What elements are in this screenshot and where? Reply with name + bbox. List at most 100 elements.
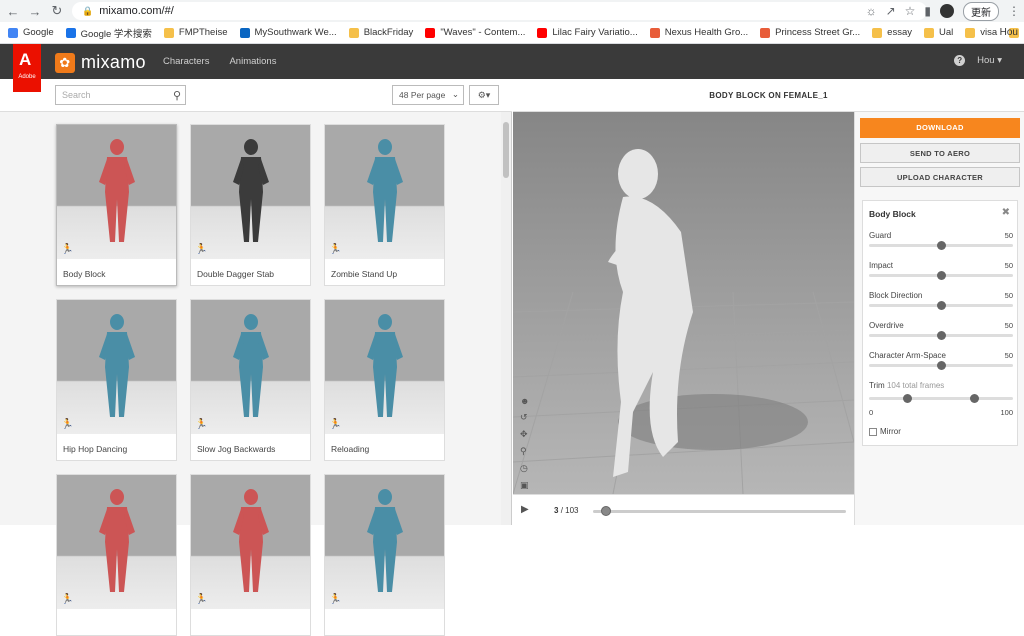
share-icon[interactable]: ↗	[886, 4, 896, 18]
reload-icon[interactable]: ↻	[48, 3, 66, 19]
zoom-icon[interactable]: ⚲	[520, 446, 529, 457]
animation-card[interactable]: 🏃 Body Block	[56, 124, 177, 286]
bookmark-item[interactable]: visa	[965, 27, 997, 38]
url-text: mixamo.com/#/	[99, 5, 174, 17]
nav-animations[interactable]: Animations	[229, 56, 276, 67]
settings-button[interactable]: ⚙▾	[469, 85, 499, 105]
top-nav: Characters Animations	[163, 56, 276, 67]
bookmark-item[interactable]: "Waves" - Contem...	[425, 27, 525, 38]
bookmark-icon	[649, 27, 660, 38]
bookmark-label: Lilac Fairy Variatio...	[552, 27, 638, 38]
update-button[interactable]: 更新	[963, 1, 999, 21]
scrollbar[interactable]	[501, 112, 511, 525]
mirror-label: Mirror	[880, 427, 901, 436]
param-slider[interactable]	[869, 301, 1013, 310]
close-icon[interactable]: ✖	[1002, 207, 1010, 218]
param-slider-knob[interactable]	[936, 301, 946, 310]
nav-characters[interactable]: Characters	[163, 56, 209, 67]
brand[interactable]: ✿ mixamo	[55, 52, 146, 73]
back-icon[interactable]: ←	[4, 4, 22, 19]
bookmark-item[interactable]: Lilac Fairy Variatio...	[537, 27, 638, 38]
forward-icon[interactable]: →	[26, 4, 44, 19]
face-icon[interactable]: ☻	[520, 396, 529, 406]
mirror-option[interactable]: Mirror	[869, 427, 901, 436]
animation-parameters: Body Block ✖ Guard 50 Impact 50 Block Direct…	[862, 200, 1018, 446]
send-to-aero-button[interactable]: SEND TO AERO	[860, 143, 1020, 163]
param-slider-knob[interactable]	[936, 361, 946, 370]
bookmark-item[interactable]: Nexus Health Gro...	[649, 27, 748, 38]
header-right: ? Hou ▾	[954, 55, 1002, 66]
search-icon[interactable]: ⚲	[173, 89, 181, 102]
time-icon[interactable]: ◷	[520, 463, 529, 474]
scroll-thumb[interactable]	[503, 122, 509, 178]
bookmark-item[interactable]: Ual	[923, 27, 953, 38]
animation-card[interactable]: 🏃 Double Dagger Stab	[190, 124, 311, 286]
adobe-logo[interactable]: A Adobe	[13, 44, 41, 92]
animation-card[interactable]: 🏃 Zombie Stand Up	[324, 124, 445, 286]
bookmark-item[interactable]: FMPTheise	[163, 27, 228, 38]
bookmark-item[interactable]: Google	[8, 27, 54, 38]
sidepanel-icon[interactable]: ▮	[924, 4, 931, 18]
param-slider-knob[interactable]	[936, 331, 946, 340]
param-value: 50	[1004, 321, 1013, 330]
mirror-checkbox[interactable]	[869, 427, 877, 436]
user-menu[interactable]: Hou ▾	[977, 55, 1002, 66]
animation-card[interactable]: 🏃	[324, 474, 445, 636]
animation-card[interactable]: 🏃	[190, 474, 311, 636]
timeline-track[interactable]	[593, 506, 846, 516]
param-slider[interactable]	[869, 241, 1013, 250]
address-bar[interactable]: 🔒 mixamo.com/#/	[72, 2, 927, 20]
3d-viewport[interactable]	[513, 112, 854, 494]
animation-card[interactable]: 🏃 Slow Jog Backwards	[190, 299, 311, 461]
bookmark-item[interactable]: essay	[872, 27, 912, 38]
animation-thumbnail: 🏃	[191, 475, 310, 609]
trim-end-handle[interactable]	[969, 394, 979, 403]
frame-counter: 3 / 103	[554, 506, 578, 515]
star-icon[interactable]: ☆	[905, 4, 916, 18]
animation-type-icon: 🏃	[195, 594, 208, 605]
per-page-select[interactable]: 48 Per page ⌄	[392, 85, 464, 105]
download-button[interactable]: DOWNLOAD	[860, 118, 1020, 138]
menu-icon[interactable]: ⋮	[1008, 4, 1020, 18]
timeline-scrubber[interactable]	[600, 506, 611, 516]
animation-card[interactable]: 🏃 Reloading	[324, 299, 445, 461]
animation-label: Slow Jog Backwards	[197, 444, 276, 454]
bookmark-item[interactable]: Princess Street Gr...	[760, 27, 860, 38]
animation-type-icon: 🏃	[61, 419, 74, 430]
pan-icon[interactable]: ✥	[520, 429, 529, 440]
param-slider[interactable]	[869, 361, 1013, 370]
upload-character-button[interactable]: UPLOAD CHARACTER	[860, 167, 1020, 187]
search-input[interactable]: Search ⚲	[55, 85, 186, 105]
character-figure	[367, 314, 403, 417]
translate-icon[interactable]: ☼	[866, 4, 877, 18]
character-figure	[99, 314, 135, 417]
bookmark-item[interactable]: Google 学术搜索	[65, 26, 152, 40]
trim-title: Trim	[869, 381, 885, 390]
play-icon[interactable]: ▶	[521, 504, 529, 515]
trim-slider[interactable]	[869, 394, 1013, 403]
viewport-scene	[513, 149, 854, 494]
bookmark-label: MySouthwark We...	[254, 27, 337, 38]
character-figure	[233, 139, 269, 242]
trim-start-handle[interactable]	[903, 394, 913, 403]
param-slider[interactable]	[869, 271, 1013, 280]
trim-min: 0	[869, 408, 874, 417]
param-slider-knob[interactable]	[936, 271, 946, 280]
animation-thumbnail: 🏃	[57, 125, 176, 259]
character-figure	[99, 139, 135, 242]
bookmarks-bar: Google Google 学术搜索 FMPTheise MySouthwark We…	[0, 22, 1024, 44]
bookmarks-more[interactable]: Hou	[1000, 27, 1018, 38]
animation-card[interactable]: 🏃	[56, 474, 177, 636]
param-slider-knob[interactable]	[936, 241, 946, 250]
animation-type-icon: 🏃	[329, 594, 342, 605]
animation-thumbnail: 🏃	[191, 125, 310, 259]
help-icon[interactable]: ?	[954, 55, 966, 66]
bookmark-item[interactable]: MySouthwark We...	[239, 27, 337, 38]
animation-card[interactable]: 🏃 Hip Hop Dancing	[56, 299, 177, 461]
rotate-icon[interactable]: ↺	[520, 412, 529, 423]
param-slider[interactable]	[869, 331, 1013, 340]
avatar[interactable]	[940, 4, 954, 18]
parameter-guard: Guard 50	[869, 231, 1013, 250]
bookmark-item[interactable]: BlackFriday	[348, 27, 413, 38]
camera-icon[interactable]: ▣	[520, 480, 529, 491]
